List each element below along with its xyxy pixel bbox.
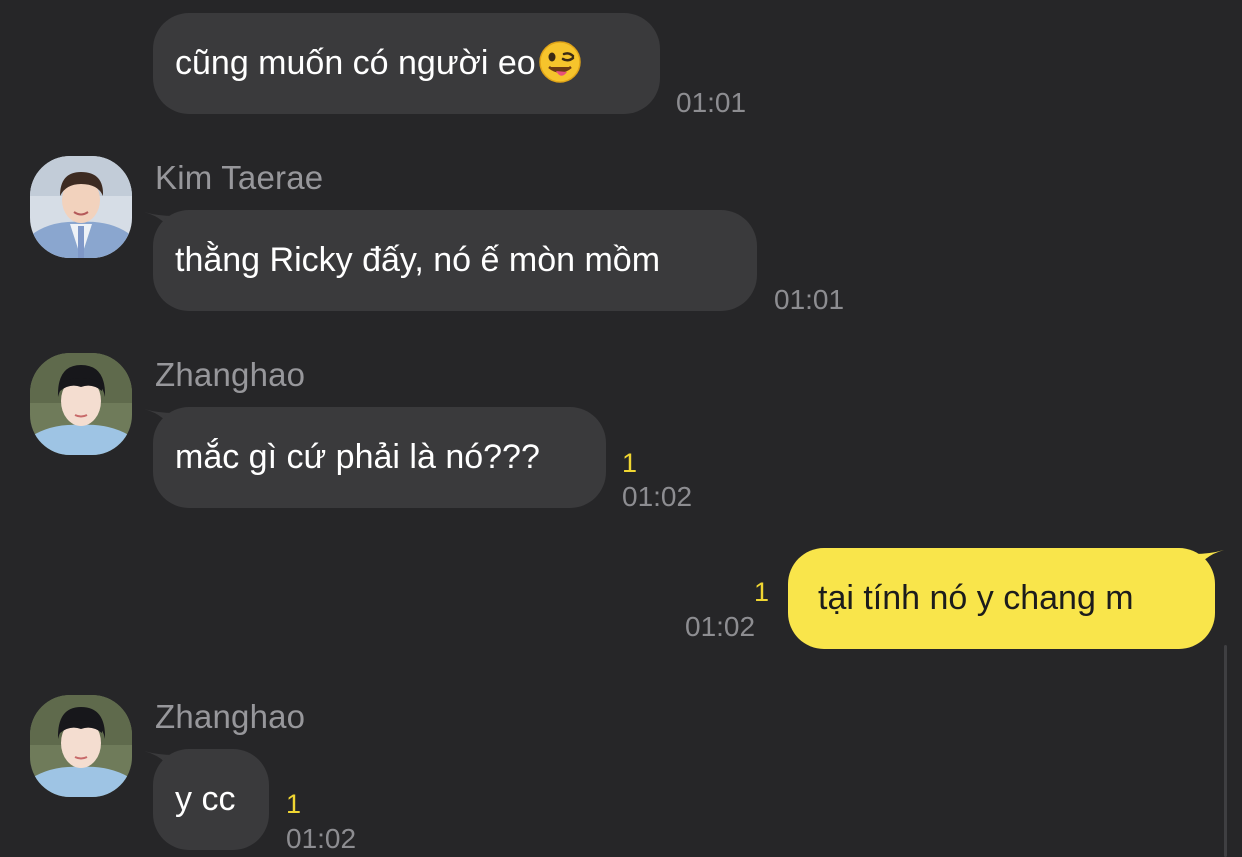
bubble-tail <box>1194 550 1224 574</box>
message-text: cũng muốn có người eo <box>175 44 536 82</box>
sender-name: Zhanghao <box>155 698 306 735</box>
message-time: 01:02 <box>685 611 756 642</box>
message-bubble[interactable]: thằng Ricky đấy, nó ế mòn mồm <box>153 210 757 311</box>
winking-tongue-emoji-icon <box>538 23 582 83</box>
message-bubble[interactable]: cũng muốn có người eo <box>153 13 660 114</box>
my-message-bubble[interactable]: tại tính nó y chang m <box>788 548 1215 649</box>
message-bubble[interactable]: y cc <box>153 749 269 850</box>
sender-name: Kim Taerae <box>155 159 324 196</box>
avatar-zhanghao[interactable] <box>30 353 132 455</box>
message-time: 01:01 <box>774 284 845 315</box>
message-time: 01:02 <box>622 481 693 512</box>
message-bubble[interactable]: mắc gì cứ phải là nó??? <box>153 407 606 508</box>
message-text: y cc <box>175 780 236 818</box>
scrollbar[interactable] <box>1224 645 1227 857</box>
message-text: mắc gì cứ phải là nó??? <box>175 438 540 476</box>
message-text: tại tính nó y chang m <box>818 579 1134 617</box>
message-text: thằng Ricky đấy, nó ế mòn mồm <box>175 241 661 279</box>
unread-count: 1 <box>622 448 638 478</box>
unread-count: 1 <box>286 789 302 819</box>
message-time: 01:01 <box>676 87 747 118</box>
sender-name: Zhanghao <box>155 356 306 393</box>
avatar-zhanghao[interactable] <box>30 695 132 797</box>
message-time: 01:02 <box>286 823 357 854</box>
unread-count: 1 <box>754 577 770 607</box>
chat-thread[interactable]: cũng muốn có người eo 01:01 Kim Taerae t… <box>0 0 1242 857</box>
avatar-kim-taerae[interactable] <box>30 156 132 258</box>
